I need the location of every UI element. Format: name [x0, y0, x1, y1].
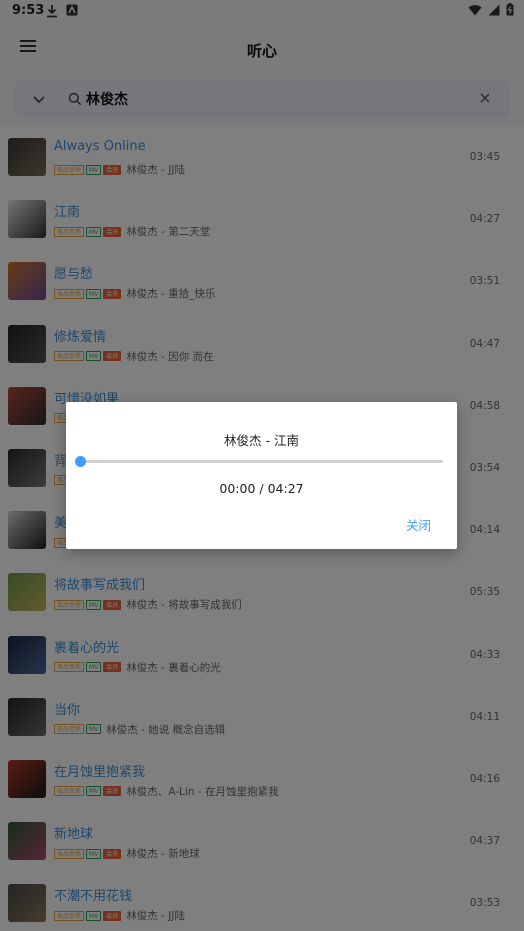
playback-time: 00:00 / 04:27 [219, 481, 304, 496]
progress-thumb[interactable] [75, 456, 86, 467]
close-button[interactable]: 关闭 [406, 515, 431, 534]
progress-slider[interactable] [75, 456, 443, 467]
player-dialog: 林俊杰 - 江南 00:00 / 04:27 关闭 [66, 402, 457, 549]
dialog-title: 林俊杰 - 江南 [224, 433, 299, 448]
